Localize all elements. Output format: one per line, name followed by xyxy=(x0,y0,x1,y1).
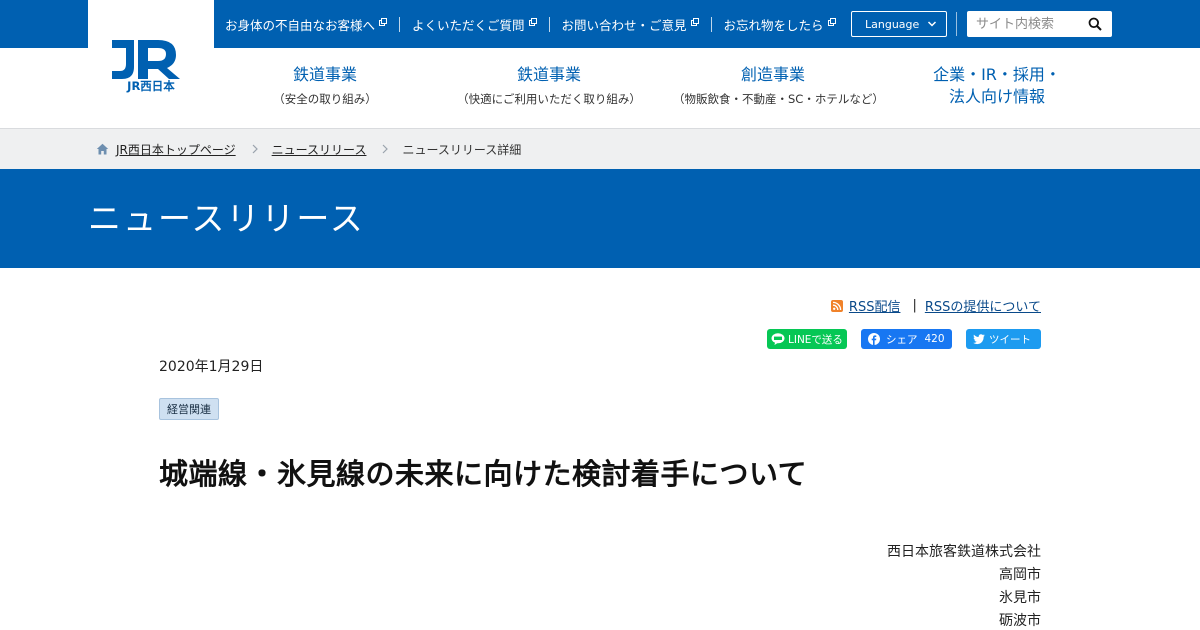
line-share-button[interactable]: LINEで送る xyxy=(767,329,847,349)
home-icon xyxy=(96,143,109,155)
external-link-icon xyxy=(528,17,537,26)
facebook-share-label: シェア xyxy=(886,333,918,346)
search-input[interactable] xyxy=(967,12,1077,36)
page-banner: ニュースリリース xyxy=(0,169,1200,268)
chevron-right-icon xyxy=(383,144,389,154)
issuer-list: 西日本旅客鉄道株式会社 高岡市 氷見市 砺波市 xyxy=(887,541,1041,630)
nav-item-subtitle: （安全の取り組み） xyxy=(273,92,377,106)
logo-text: JR西日本 xyxy=(126,79,175,93)
jr-west-logo: JR西日本 xyxy=(112,40,180,93)
rss-feed-link[interactable]: RSS配信 xyxy=(849,296,901,315)
nav-item-subtitle: （物販飲食・不動産・SC・ホテルなど） xyxy=(673,92,884,106)
utility-link-label: お忘れ物をしたら xyxy=(723,17,824,33)
facebook-share-count: 420 xyxy=(924,333,945,345)
utility-link-contact[interactable]: お問い合わせ・ご意見 xyxy=(562,15,699,34)
nav-item-corporate-ir[interactable]: 企業・IR・採用・ 法人向け情報 xyxy=(897,64,1097,108)
logo-container[interactable]: JR西日本 xyxy=(88,0,214,128)
rss-about-link[interactable]: RSSの提供について xyxy=(925,296,1041,315)
language-select[interactable]: Language xyxy=(851,11,947,37)
utility-link-label: お問い合わせ・ご意見 xyxy=(561,17,687,33)
breadcrumb-current: ニュースリリース詳細 xyxy=(402,142,522,157)
breadcrumb-home-link[interactable]: JR西日本トップページ xyxy=(116,141,236,158)
nav-item-subtitle: （快適にご利用いただく取り組み） xyxy=(457,92,641,106)
article-headline: 城端線・氷見線の未来に向けた検討着手について xyxy=(159,457,808,491)
twitter-share-button[interactable]: ツイート xyxy=(966,329,1041,349)
issuer-name: 西日本旅客鉄道株式会社 xyxy=(887,544,1041,560)
nav-item-creation-business[interactable]: 創造事業 （物販飲食・不動産・SC・ホテルなど） xyxy=(673,64,884,107)
divider xyxy=(956,12,957,36)
external-link-icon xyxy=(379,17,388,26)
nav-item-title: 鉄道事業 xyxy=(516,65,581,84)
line-share-label: LINEで送る xyxy=(788,333,843,346)
utility-link-label: よくいただくご質問 xyxy=(412,17,525,33)
twitter-share-label: ツイート xyxy=(989,333,1031,346)
site-search xyxy=(967,11,1112,37)
chevron-right-icon xyxy=(252,144,258,154)
line-icon xyxy=(771,333,785,345)
twitter-bird-icon xyxy=(973,333,985,344)
divider xyxy=(710,16,712,32)
issuer-name: 砺波市 xyxy=(999,613,1041,629)
nav-item-railway-safety[interactable]: 鉄道事業 （安全の取り組み） xyxy=(225,64,425,107)
language-label: Language xyxy=(865,17,920,31)
external-link-icon xyxy=(690,17,699,26)
facebook-share-button[interactable]: シェア 420 xyxy=(861,329,952,349)
issuer-name: 氷見市 xyxy=(999,590,1041,606)
page-title: ニュースリリース xyxy=(88,199,365,238)
divider xyxy=(548,16,550,32)
utility-link-lost-items[interactable]: お忘れ物をしたら xyxy=(724,15,836,34)
nav-item-title: 創造事業 xyxy=(740,65,805,84)
facebook-icon xyxy=(868,333,880,345)
article-date: 2020年1月29日 xyxy=(159,359,264,375)
nav-item-title: 鉄道事業 xyxy=(292,65,357,84)
rss-links: RSS配信 | RSSの提供について xyxy=(830,296,1041,315)
utility-links: お身体の不自由なお客様へ よくいただくご質問 お問い合わせ・ご意見 お忘れ物をし… xyxy=(225,0,836,48)
external-link-icon xyxy=(827,17,836,26)
category-badge: 経営関連 xyxy=(159,398,219,420)
utility-link-label: お身体の不自由なお客様へ xyxy=(225,17,376,33)
breadcrumb-news-link[interactable]: ニュースリリース xyxy=(272,141,367,158)
divider: | xyxy=(912,298,917,313)
rss-icon xyxy=(830,299,843,312)
utility-link-faq[interactable]: よくいただくご質問 xyxy=(412,15,537,34)
breadcrumb: JR西日本トップページ ニュースリリース ニュースリリース詳細 xyxy=(0,128,1200,169)
issuer-name: 高岡市 xyxy=(999,567,1041,583)
main-nav: 鉄道事業 （安全の取り組み） 鉄道事業 （快適にご利用いただく取り組み） 創造事… xyxy=(214,48,1200,128)
nav-item-railway-comfort[interactable]: 鉄道事業 （快適にご利用いただく取り組み） xyxy=(449,64,649,107)
nav-item-title: 企業・IR・採用・ xyxy=(933,65,1061,84)
nav-item-title: 法人向け情報 xyxy=(948,87,1045,106)
search-icon[interactable] xyxy=(1088,17,1102,31)
divider xyxy=(399,16,401,32)
chevron-down-icon xyxy=(927,21,937,27)
utility-link-accessibility[interactable]: お身体の不自由なお客様へ xyxy=(225,15,388,34)
